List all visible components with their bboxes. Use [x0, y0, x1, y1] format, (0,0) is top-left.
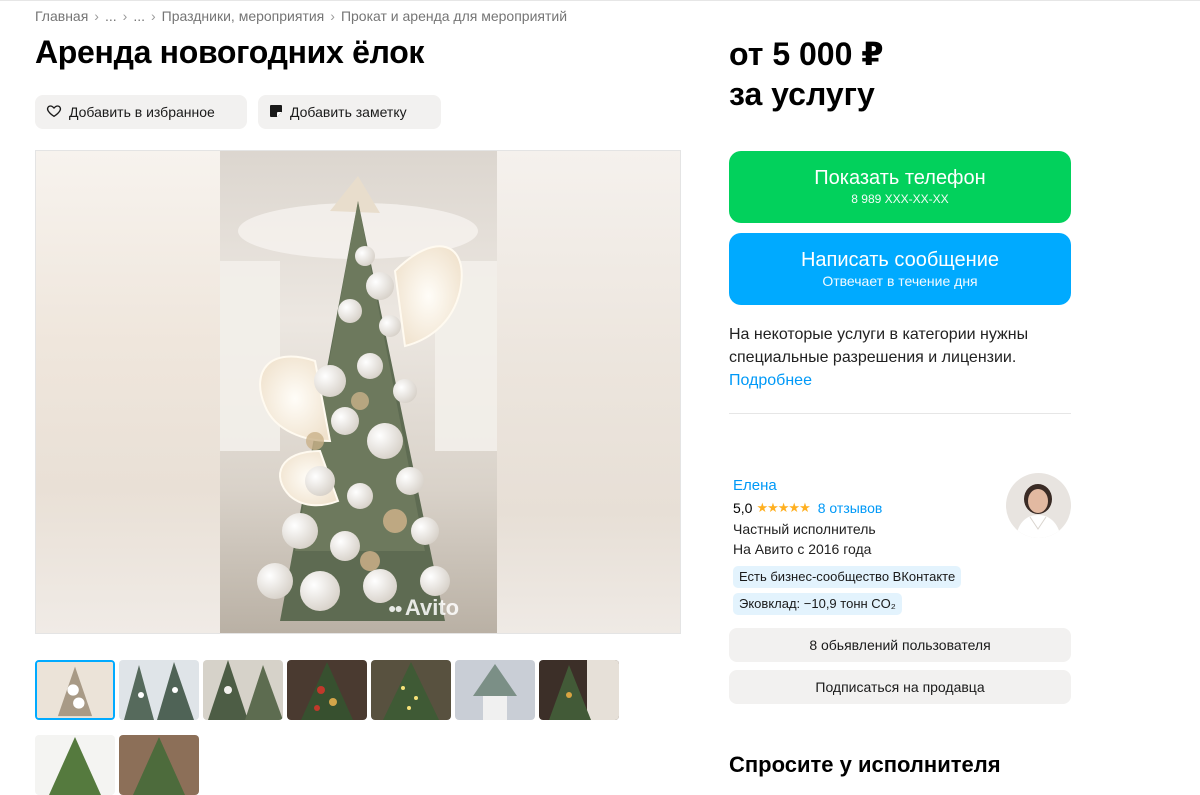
- add-to-favorites-button[interactable]: Добавить в избранное: [35, 95, 247, 129]
- main-photo[interactable]: [220, 151, 497, 634]
- section-divider: [729, 413, 1071, 414]
- gallery-blur-right: [496, 151, 680, 633]
- thumbnail[interactable]: [119, 660, 199, 720]
- breadcrumb-separator: ›: [122, 8, 128, 24]
- page-title: Аренда новогодних ёлок: [35, 34, 425, 70]
- breadcrumb-separator: ›: [330, 8, 335, 24]
- breadcrumb-separator: ›: [94, 8, 99, 24]
- seller-name-link[interactable]: Елена: [733, 477, 777, 494]
- subscribe-seller-button[interactable]: Подписаться на продавца: [729, 670, 1071, 704]
- note-icon: [269, 104, 283, 121]
- heart-icon: [46, 103, 62, 122]
- vk-community-badge[interactable]: Есть бизнес-сообщество ВКонтакте: [733, 566, 962, 588]
- watermark-logo: ●● Avito: [388, 595, 460, 620]
- eco-contribution-badge[interactable]: Эковклад: −10,9 тонн CO₂: [733, 593, 902, 615]
- seller-rating: 5,0 ★★★★★ 8 отзывов: [733, 500, 882, 516]
- thumbnail[interactable]: [35, 735, 115, 795]
- reply-time: Отвечает в течение дня: [822, 273, 978, 289]
- price-value: от 5 000 ₽: [729, 36, 884, 72]
- user-ads-button[interactable]: 8 обьявлений пользователя: [729, 628, 1071, 662]
- seller-since: На Авито с 2016 года: [733, 541, 872, 557]
- breadcrumb: Главная ›... ›... › Праздники, мероприятия › П…: [35, 8, 567, 24]
- thumbnail[interactable]: [455, 660, 535, 720]
- seller-type: Частный исполнитель: [733, 521, 876, 537]
- thumbnail[interactable]: [287, 660, 367, 720]
- add-note-button[interactable]: Добавить заметку: [258, 95, 441, 129]
- thumbnail[interactable]: [35, 660, 115, 720]
- thumbnail[interactable]: [203, 660, 283, 720]
- rating-value: 5,0: [733, 500, 753, 516]
- breadcrumb-ellipsis[interactable]: ...: [133, 8, 145, 24]
- breadcrumb-holidays[interactable]: Праздники, мероприятия: [162, 8, 325, 24]
- avito-dots-icon: ●●: [388, 600, 403, 616]
- photo-gallery[interactable]: ●● Avito: [35, 150, 681, 634]
- license-notice: На некоторые услуги в категории нужны сп…: [729, 323, 1079, 392]
- license-more-link[interactable]: Подробнее: [729, 369, 1079, 392]
- show-phone-button[interactable]: Показать телефон 8 989 XXX-XX-XX: [729, 151, 1071, 223]
- price-unit: за услугу: [729, 76, 875, 112]
- breadcrumb-separator: ›: [150, 8, 156, 24]
- add-to-favorites-label: Добавить в избранное: [69, 104, 215, 120]
- gallery-blur-left: [36, 151, 220, 633]
- breadcrumb-rental[interactable]: Прокат и аренда для мероприятий: [341, 8, 567, 24]
- write-message-label: Написать сообщение: [800, 249, 999, 271]
- license-text: На некоторые услуги в категории нужны сп…: [729, 326, 1029, 366]
- breadcrumb-home[interactable]: Главная: [35, 8, 88, 24]
- write-message-button[interactable]: Написать сообщение Отвечает в течение дн…: [729, 233, 1071, 305]
- ask-seller-heading: Спросите у исполнителя: [729, 752, 1001, 777]
- phone-number-masked: 8 989 XXX-XX-XX: [851, 192, 949, 206]
- add-note-label: Добавить заметку: [290, 104, 407, 120]
- price: от 5 000 ₽ за услугу: [729, 34, 884, 114]
- thumbnail[interactable]: [371, 660, 451, 720]
- breadcrumb-ellipsis[interactable]: ...: [105, 8, 117, 24]
- reviews-link[interactable]: 8 отзывов: [818, 500, 883, 516]
- top-divider: [0, 0, 1200, 1]
- thumbnail[interactable]: [119, 735, 199, 795]
- seller-avatar[interactable]: [1006, 473, 1071, 538]
- thumbnail[interactable]: [539, 660, 619, 720]
- show-phone-label: Показать телефон: [814, 167, 986, 189]
- rating-stars-icon: ★★★★★: [756, 500, 810, 515]
